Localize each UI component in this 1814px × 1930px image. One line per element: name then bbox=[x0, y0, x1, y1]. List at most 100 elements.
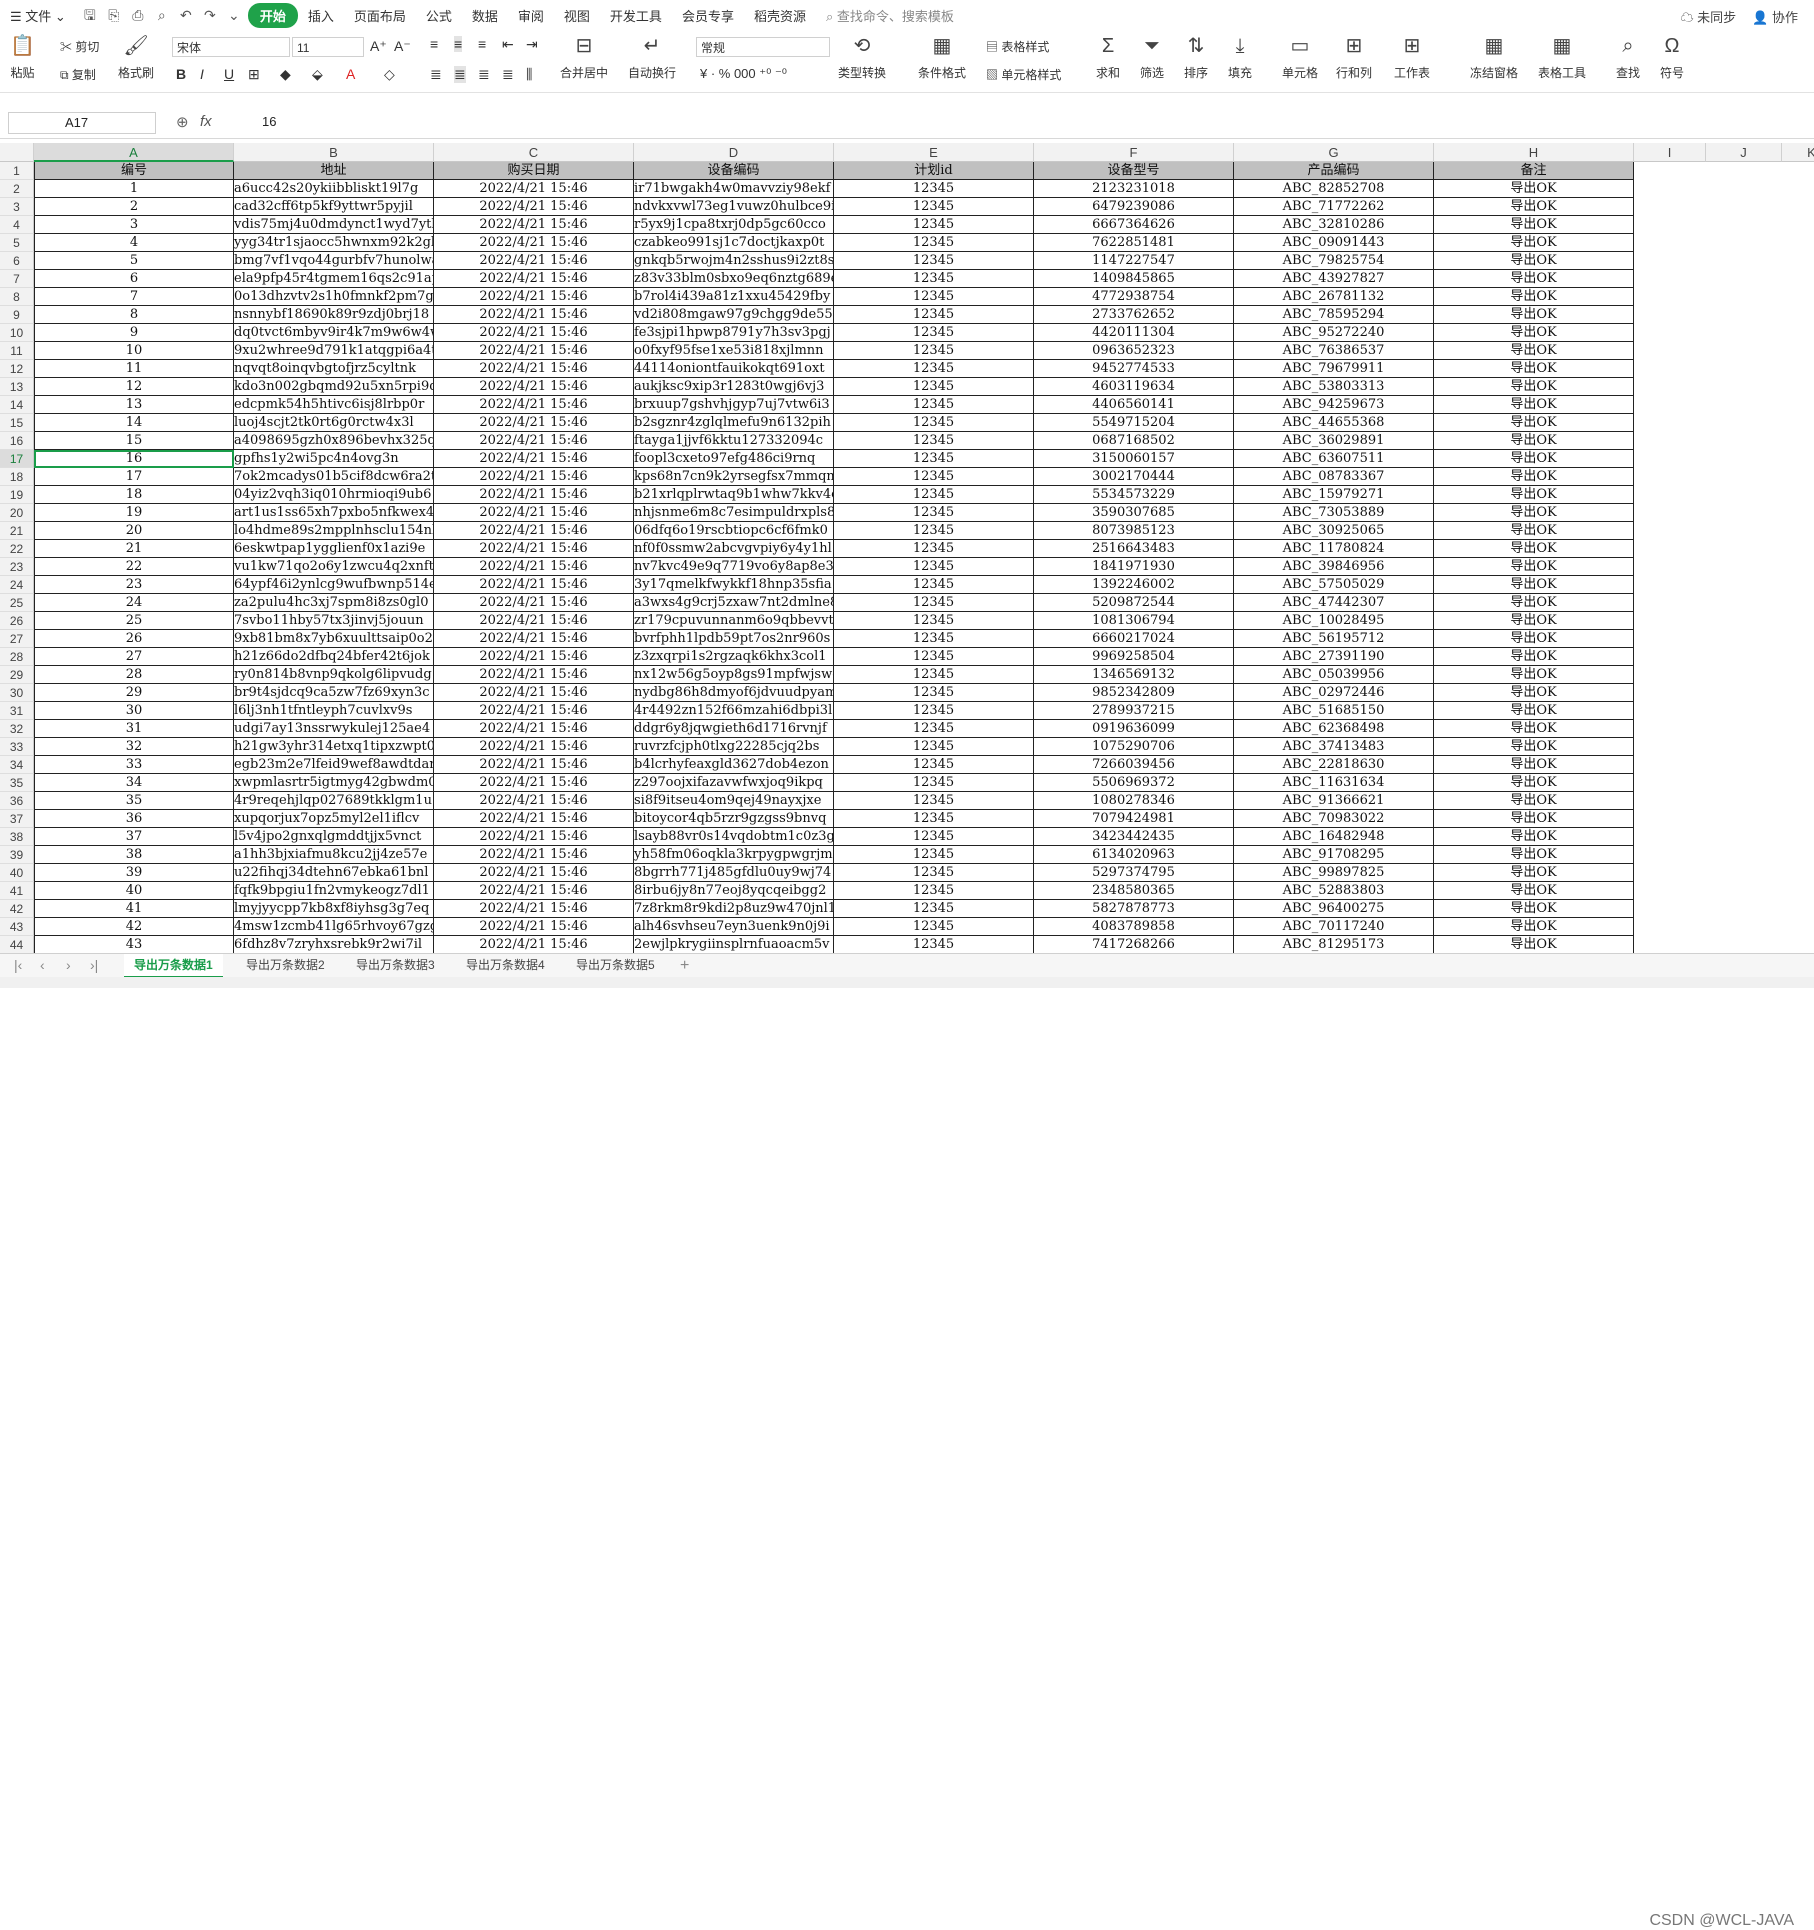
table-cell[interactable]: 30 bbox=[34, 702, 234, 720]
table-cell[interactable]: 9852342809 bbox=[1034, 684, 1234, 702]
table-cell[interactable]: foopl3cxeto97efg486ci9rnq bbox=[634, 450, 834, 468]
table-cell[interactable]: ABC_95272240 bbox=[1234, 324, 1434, 342]
table-cell[interactable]: 导出OK bbox=[1434, 360, 1634, 378]
table-cell[interactable]: 12345 bbox=[834, 324, 1034, 342]
table-cell[interactable]: 导出OK bbox=[1434, 342, 1634, 360]
table-cell[interactable]: aukjksc9xip3r1283t0wgj6vj3 bbox=[634, 378, 834, 396]
table-cell[interactable]: 18 bbox=[34, 486, 234, 504]
table-cell[interactable]: 6134020963 bbox=[1034, 846, 1234, 864]
table-cell[interactable]: luoj4scjt2tk0rt6g0rctw4x3l bbox=[234, 414, 434, 432]
table-cell[interactable]: 4603119634 bbox=[1034, 378, 1234, 396]
table-cell[interactable]: 8 bbox=[34, 306, 234, 324]
row-header[interactable]: 41 bbox=[0, 882, 34, 900]
format-painter-button[interactable]: 🖌 格式刷 bbox=[118, 34, 154, 81]
add-sheet-icon[interactable]: + bbox=[680, 957, 689, 975]
table-cell[interactable]: 8073985123 bbox=[1034, 522, 1234, 540]
table-cell[interactable]: udgi7ay13nssrwykulej125ae4 bbox=[234, 720, 434, 738]
table-cell[interactable]: ABC_10028495 bbox=[1234, 612, 1434, 630]
table-cell[interactable]: 导出OK bbox=[1434, 288, 1634, 306]
row-header[interactable]: 23 bbox=[0, 558, 34, 576]
table-cell[interactable]: 12345 bbox=[834, 612, 1034, 630]
row-header[interactable]: 15 bbox=[0, 414, 34, 432]
table-cell[interactable]: 12345 bbox=[834, 720, 1034, 738]
table-cell[interactable]: 2022/4/21 15:46 bbox=[434, 900, 634, 918]
table-cell[interactable]: 12345 bbox=[834, 504, 1034, 522]
row-header[interactable]: 37 bbox=[0, 810, 34, 828]
table-cell[interactable]: 20 bbox=[34, 522, 234, 540]
column-header-g[interactable]: G bbox=[1234, 143, 1434, 162]
table-cell[interactable]: 2022/4/21 15:46 bbox=[434, 612, 634, 630]
table-cell[interactable]: 3y17qmelkfwykkf18hnp35sfia bbox=[634, 576, 834, 594]
row-header[interactable]: 30 bbox=[0, 684, 34, 702]
table-cell[interactable]: 12345 bbox=[834, 630, 1034, 648]
table-cell[interactable]: 25 bbox=[34, 612, 234, 630]
table-cell[interactable]: 22 bbox=[34, 558, 234, 576]
table-cell[interactable]: 导出OK bbox=[1434, 558, 1634, 576]
row-header[interactable]: 10 bbox=[0, 324, 34, 342]
tab-member[interactable]: 会员专享 bbox=[672, 6, 744, 25]
tab-start[interactable]: 开始 bbox=[247, 2, 298, 28]
column-header-d[interactable]: D bbox=[634, 143, 834, 162]
table-cell[interactable]: ABC_11631634 bbox=[1234, 774, 1434, 792]
row-header[interactable]: 40 bbox=[0, 864, 34, 882]
table-cell[interactable]: b4lcrhyfeaxgld3627dob4ezon bbox=[634, 756, 834, 774]
align-top-icon[interactable]: ≡ bbox=[430, 36, 438, 52]
table-cell[interactable]: 8bgrrh771j485gfdlu0uy9wj74 bbox=[634, 864, 834, 882]
sync-status[interactable]: ☁ 未同步 bbox=[1681, 7, 1737, 26]
fill-button[interactable]: ⤓ 填充 bbox=[1228, 34, 1252, 81]
table-cell[interactable]: 1081306794 bbox=[1034, 612, 1234, 630]
table-cell[interactable]: u22fihqj34dtehn67ebka61bnl bbox=[234, 864, 434, 882]
table-style-button[interactable]: ▤ 表格样式 bbox=[986, 38, 1049, 55]
table-cell[interactable]: 33 bbox=[34, 756, 234, 774]
table-cell[interactable]: 2022/4/21 15:46 bbox=[434, 558, 634, 576]
table-cell[interactable]: 12345 bbox=[834, 180, 1034, 198]
table-cell[interactable]: 9 bbox=[34, 324, 234, 342]
distributed-icon[interactable]: ⫼ bbox=[526, 66, 532, 83]
row-header[interactable]: 28 bbox=[0, 648, 34, 666]
row-header[interactable]: 27 bbox=[0, 630, 34, 648]
conditional-format-button[interactable]: ▦ 条件格式 bbox=[918, 34, 966, 81]
table-cell[interactable]: 12345 bbox=[834, 306, 1034, 324]
table-cell[interactable]: 2022/4/21 15:46 bbox=[434, 630, 634, 648]
row-header[interactable]: 34 bbox=[0, 756, 34, 774]
table-cell[interactable]: ABC_44655368 bbox=[1234, 414, 1434, 432]
table-cell[interactable]: ABC_30925065 bbox=[1234, 522, 1434, 540]
table-cell[interactable]: nx12w56g5oyp8gs91mpfwjswgq bbox=[634, 666, 834, 684]
table-cell[interactable]: 1 bbox=[34, 180, 234, 198]
table-cell[interactable]: ABC_05039956 bbox=[1234, 666, 1434, 684]
cell-style-button[interactable]: ▧ 单元格样式 bbox=[986, 66, 1061, 83]
row-header[interactable]: 7 bbox=[0, 270, 34, 288]
table-cell[interactable]: 0687168502 bbox=[1034, 432, 1234, 450]
row-header[interactable]: 26 bbox=[0, 612, 34, 630]
grow-font-icon[interactable]: A⁺ bbox=[370, 38, 387, 55]
table-cell[interactable]: kdo3n002gbqmd92u5xn5rpi9dd bbox=[234, 378, 434, 396]
table-cell[interactable]: 12345 bbox=[834, 756, 1034, 774]
table-cell[interactable]: 12345 bbox=[834, 900, 1034, 918]
highlight-icon[interactable]: ⬙ bbox=[312, 66, 323, 83]
table-cell[interactable]: 12 bbox=[34, 378, 234, 396]
table-cell[interactable]: 2022/4/21 15:46 bbox=[434, 180, 634, 198]
border-icon[interactable]: ⊞ bbox=[248, 66, 260, 83]
table-cell[interactable]: ndvkxvwl73eg1vuwz0hulbce9i bbox=[634, 198, 834, 216]
table-cell[interactable]: ddgr6y8jqwgieth6d1716rvnjf bbox=[634, 720, 834, 738]
table-cell[interactable]: ftayga1jjvf6kktu127332094c bbox=[634, 432, 834, 450]
collab-button[interactable]: 👤 协作 bbox=[1752, 7, 1798, 26]
table-cell[interactable]: 6eskwtpap1ygglienf0x1azi9e bbox=[234, 540, 434, 558]
align-center-icon[interactable]: ≣ bbox=[454, 66, 466, 83]
table-cell[interactable]: 2789937215 bbox=[1034, 702, 1234, 720]
copy-button[interactable]: ⧉ 复制 bbox=[60, 66, 96, 83]
table-cell[interactable]: 2022/4/21 15:46 bbox=[434, 450, 634, 468]
table-cell[interactable]: 36 bbox=[34, 810, 234, 828]
table-cell[interactable]: vd2i808mgaw97g9chgg9de55gk bbox=[634, 306, 834, 324]
row-header[interactable]: 39 bbox=[0, 846, 34, 864]
table-cell[interactable]: 38 bbox=[34, 846, 234, 864]
table-cell[interactable]: 6660217024 bbox=[1034, 630, 1234, 648]
table-cell[interactable]: l5v4jpo2gnxqlgmddtjjx5vnct bbox=[234, 828, 434, 846]
table-cell[interactable]: 12345 bbox=[834, 342, 1034, 360]
row-header[interactable]: 14 bbox=[0, 396, 34, 414]
table-cell[interactable]: ABC_02972446 bbox=[1234, 684, 1434, 702]
table-cell[interactable]: 导出OK bbox=[1434, 756, 1634, 774]
table-cell[interactable]: vdis75mj4u0dmdynct1wyd7ytl bbox=[234, 216, 434, 234]
prev-sheet-icon[interactable]: ‹ bbox=[40, 957, 45, 973]
table-cell[interactable]: fqfk9bpgiu1fn2vmykeogz7dl1 bbox=[234, 882, 434, 900]
